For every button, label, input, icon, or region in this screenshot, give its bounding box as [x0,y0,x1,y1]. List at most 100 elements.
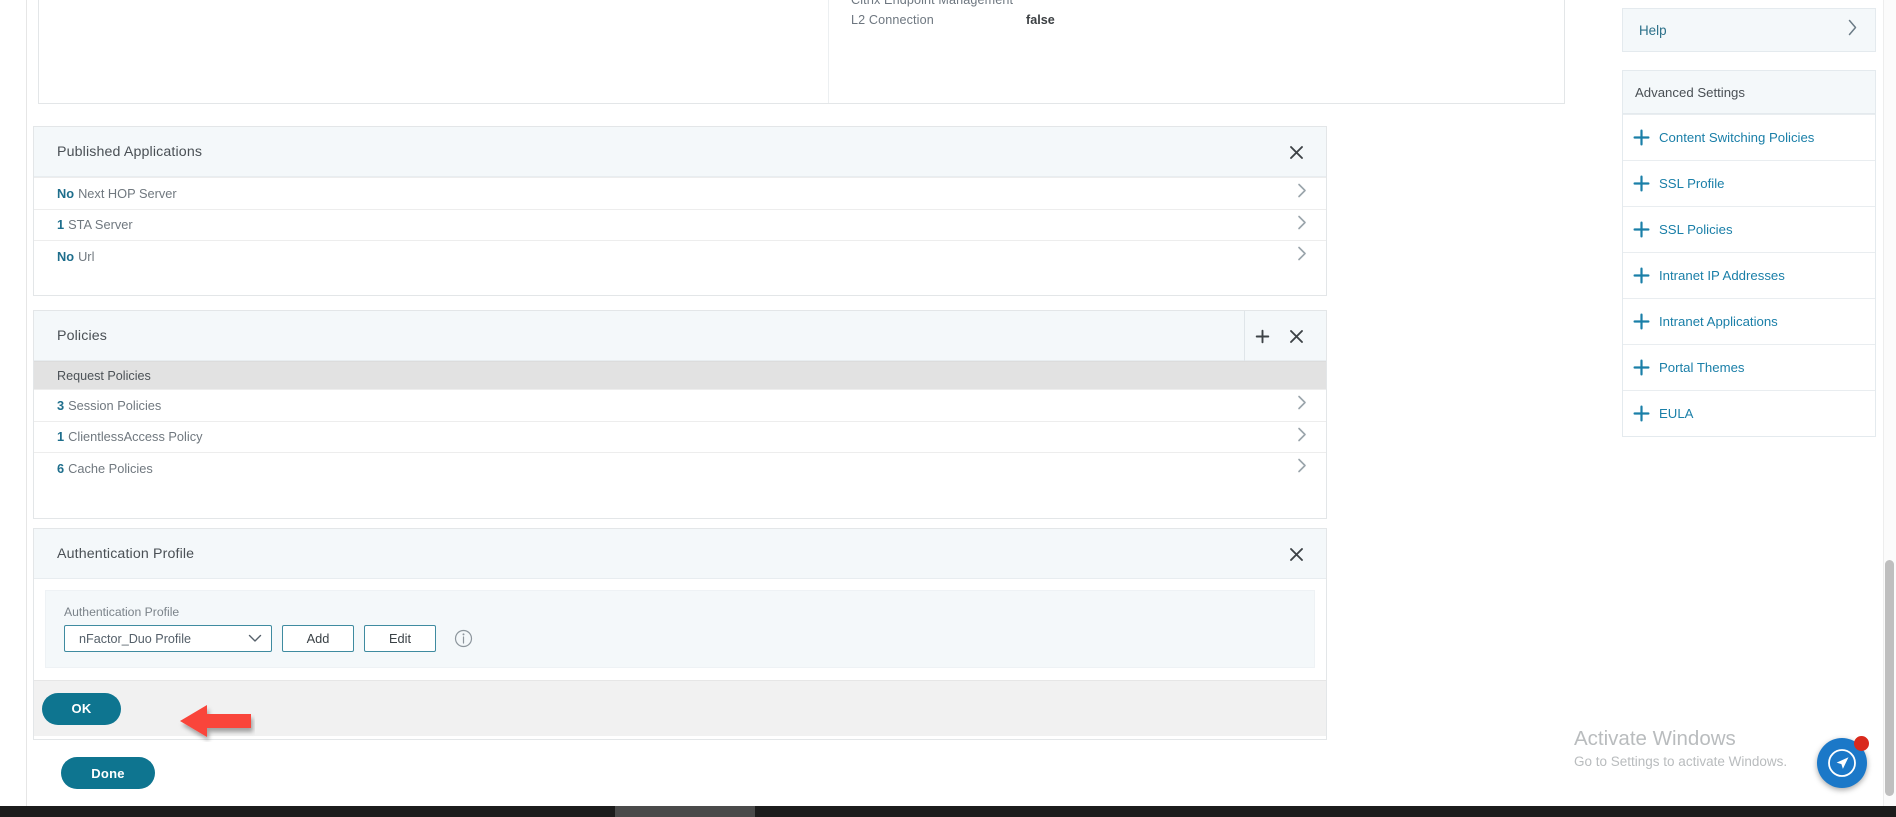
sidebar-item-intranet-applications[interactable]: Intranet Applications [1623,298,1875,344]
sidebar-item-label: EULA [1659,406,1694,421]
sidebar-item-label: SSL Policies [1659,222,1733,237]
published-applications-header: Published Applications [34,127,1326,177]
add-button[interactable]: Add [282,625,354,652]
summary-right-column: Listen Priority Listen Policy Expression… [829,0,1564,103]
list-item-text: Url [78,248,95,264]
sidebar-item-label: Content Switching Policies [1659,130,1815,145]
close-icon[interactable] [1280,529,1326,579]
list-item-label: No Next HOP Server [34,186,177,201]
chevron-down-icon [248,630,262,648]
plus-icon [1623,175,1659,192]
add-policy-button[interactable] [1244,311,1280,361]
sidebar-item-intranet-ip-addresses[interactable]: Intranet IP Addresses [1623,252,1875,298]
authentication-profile-header: Authentication Profile [34,529,1326,579]
list-item[interactable]: 6 Cache Policies [34,452,1326,484]
navigation-arrow-icon [1828,749,1856,777]
authentication-profile-header-actions [1280,529,1326,579]
policies-panel: Policies Request Policies 3 Session Poli… [33,310,1327,519]
list-item[interactable]: No Next HOP Server [34,177,1326,209]
summary-row: L2 Connection false [851,10,1564,31]
list-item-label: 3 Session Policies [34,398,161,413]
list-item-count: No [57,248,75,264]
authentication-profile-field-group: Authentication Profile nFactor_Duo Profi… [45,590,1315,668]
list-item[interactable]: 3 Session Policies [34,389,1326,421]
list-item-text: Session Policies [68,397,162,413]
close-icon[interactable] [1280,311,1326,361]
screen-root: ICMP Virtual Server Response Passive RHI… [0,0,1896,817]
plus-icon [1623,221,1659,238]
vertical-scrollbar-track[interactable] [1883,0,1896,817]
plus-icon [1623,405,1659,422]
info-icon[interactable] [454,629,473,648]
list-item-label: No Url [34,249,94,264]
window-bottom-bar-segment [615,806,755,817]
sidebar-item-label: Intranet IP Addresses [1659,268,1785,283]
list-item-count: No [57,185,75,201]
authentication-profile-select[interactable]: nFactor_Duo Profile [64,625,272,652]
notification-badge [1854,736,1869,751]
list-item-text: Cache Policies [68,460,153,476]
advanced-settings-card: Advanced Settings Content Switching Poli… [1622,70,1876,437]
summary-left-column: ICMP Virtual Server Response Passive RHI… [39,0,829,103]
policies-header: Policies [34,311,1326,361]
help-card[interactable]: Help [1622,8,1876,52]
vertical-scrollbar-thumb[interactable] [1885,560,1894,796]
sidebar-item-label: Portal Themes [1659,360,1745,375]
sidebar-item-ssl-profile[interactable]: SSL Profile [1623,160,1875,206]
authentication-profile-selected-value: nFactor_Duo Profile [79,631,191,646]
sidebar-item-ssl-policies[interactable]: SSL Policies [1623,206,1875,252]
right-sidebar: Help Advanced Settings Content Switching… [1622,0,1876,437]
request-policies-subheader: Request Policies [34,361,1326,389]
list-item-text: Next HOP Server [78,185,177,201]
done-button[interactable]: Done [61,757,155,789]
authentication-profile-title: Authentication Profile [57,545,195,562]
edit-button[interactable]: Edit [364,625,436,652]
chevron-right-icon [1297,458,1307,479]
request-policies-label: Request Policies [57,368,151,383]
list-item-label: 1 ClientlessAccess Policy [34,429,203,444]
ok-button[interactable]: OK [42,692,121,725]
policies-header-actions [1244,311,1326,361]
authentication-profile-controls: nFactor_Duo Profile Add Edit [64,625,1314,652]
plus-icon [1623,129,1659,146]
list-item-text: ClientlessAccess Policy [68,429,203,445]
sidebar-item-eula[interactable]: EULA [1623,390,1875,436]
authentication-profile-body: Authentication Profile nFactor_Duo Profi… [34,590,1326,668]
left-arrow-annotation [177,700,255,747]
chevron-right-icon [1297,183,1307,204]
close-icon[interactable] [1280,127,1326,177]
list-item-text: STA Server [68,217,133,233]
list-item[interactable]: 1 STA Server [34,208,1326,240]
summary-key: Citrix Endpoint Management [851,0,1026,7]
sidebar-item-label: Intranet Applications [1659,314,1778,329]
plus-icon [1623,359,1659,376]
done-button-wrapper: Done [61,757,155,789]
published-applications-panel: Published Applications No Next HOP Server… [33,126,1327,296]
window-bottom-bar [0,806,1896,817]
plus-icon [1623,313,1659,330]
list-item[interactable]: No Url [34,240,1326,272]
summary-value: false [1026,13,1055,28]
authentication-profile-field-label: Authentication Profile [64,605,180,619]
sidebar-item-content-switching-policies[interactable]: Content Switching Policies [1623,114,1875,160]
chevron-right-icon [1297,246,1307,267]
chevron-right-icon [1297,214,1307,235]
chevron-right-icon [1297,395,1307,416]
list-item-count: 3 [57,397,65,413]
advanced-settings-header: Advanced Settings [1623,71,1875,114]
summary-row: Citrix Endpoint Management [851,0,1564,10]
chevron-right-icon [1297,426,1307,447]
main-content-column: ICMP Virtual Server Response Passive RHI… [27,0,1624,817]
advanced-settings-title: Advanced Settings [1635,84,1745,100]
list-item-count: 6 [57,460,65,476]
summary-key: L2 Connection [851,13,934,28]
sidebar-item-portal-themes[interactable]: Portal Themes [1623,344,1875,390]
virtual-server-summary-card: ICMP Virtual Server Response Passive RHI… [38,0,1565,104]
list-item-count: 1 [57,217,65,233]
list-item-label: 1 STA Server [34,217,133,232]
policies-title: Policies [57,327,108,344]
sidebar-item-label: SSL Profile [1659,176,1725,191]
floating-assistant-button[interactable] [1817,736,1869,788]
list-item[interactable]: 1 ClientlessAccess Policy [34,420,1326,452]
list-item-label: 6 Cache Policies [34,461,153,476]
